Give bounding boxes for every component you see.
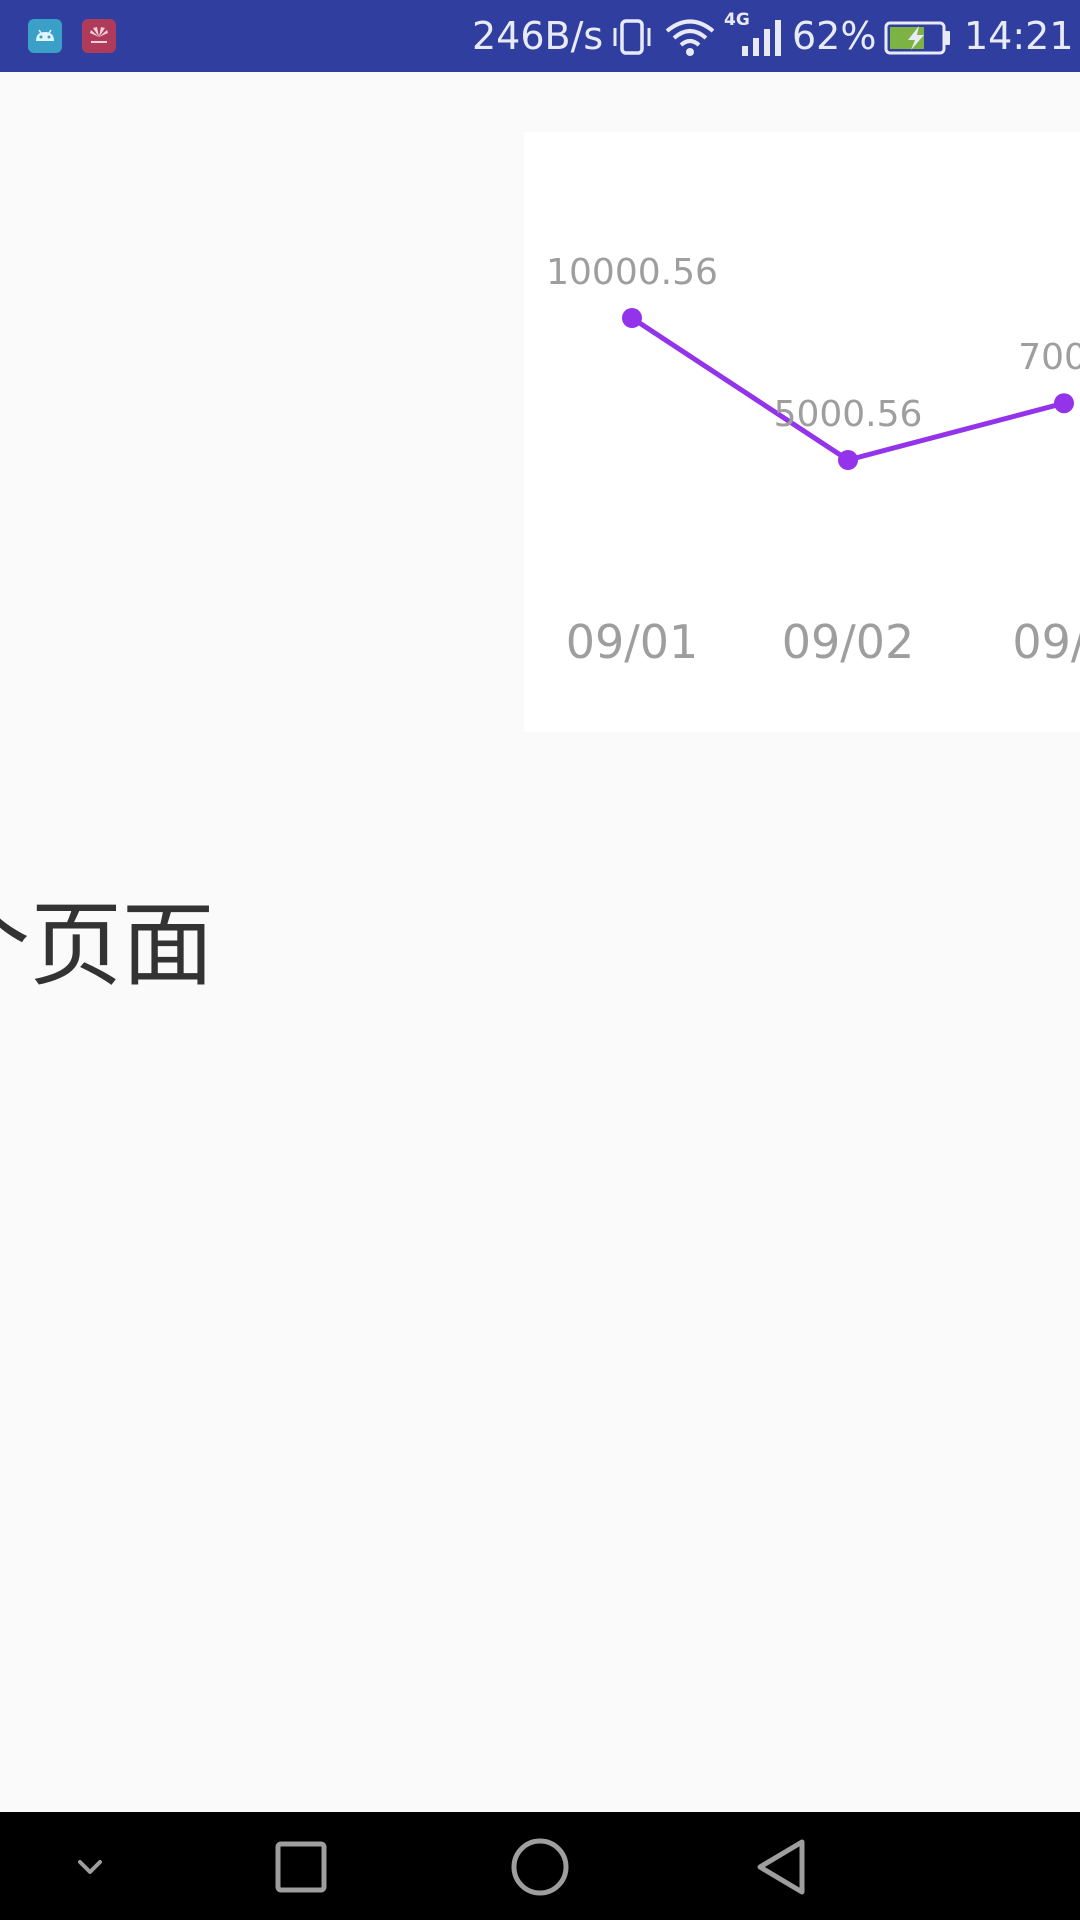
line-chart-card: 10000.56 5000.56 7000 09/01 09/02 09/0 (524, 132, 1080, 732)
android-app-icon (28, 19, 62, 53)
hide-nav-button[interactable] (30, 1812, 150, 1920)
signal-icon (740, 18, 786, 62)
net-speed-text: 246B/s (472, 14, 604, 58)
recent-apps-icon (275, 1841, 327, 1893)
series-line (630, 315, 1065, 463)
data-label: 7000 (1018, 337, 1080, 378)
battery-percent-text: 62% (792, 14, 877, 58)
data-point[interactable] (838, 450, 858, 470)
screen: 246B/s 4G 62% 14:21 10000.56 5000.56 700… (0, 0, 1080, 1920)
x-tick-label: 09/02 (782, 615, 915, 669)
battery-charging-icon (884, 21, 952, 59)
huawei-app-icon (82, 19, 116, 53)
vibrate-icon (610, 17, 654, 61)
data-label: 5000.56 (774, 394, 923, 435)
home-button[interactable] (480, 1812, 600, 1920)
hide-nav-icon (78, 1860, 102, 1874)
data-point[interactable] (622, 308, 642, 328)
x-tick-label: 09/01 (566, 615, 699, 669)
back-button[interactable] (720, 1812, 840, 1920)
line-chart: 10000.56 5000.56 7000 09/01 09/02 09/0 (546, 252, 1080, 669)
data-point[interactable] (1054, 393, 1074, 414)
page-text: 个页面 (0, 892, 215, 999)
data-label: 10000.56 (546, 252, 718, 293)
clock-text: 14:21 (964, 14, 1074, 58)
recent-apps-button[interactable] (240, 1812, 360, 1920)
navigation-bar (0, 1812, 1080, 1920)
status-bar: 246B/s 4G 62% 14:21 (0, 0, 1080, 72)
home-icon (511, 1838, 569, 1896)
wifi-icon (664, 18, 716, 62)
back-icon (757, 1839, 805, 1895)
x-tick-label: 09/0 (1012, 615, 1080, 669)
